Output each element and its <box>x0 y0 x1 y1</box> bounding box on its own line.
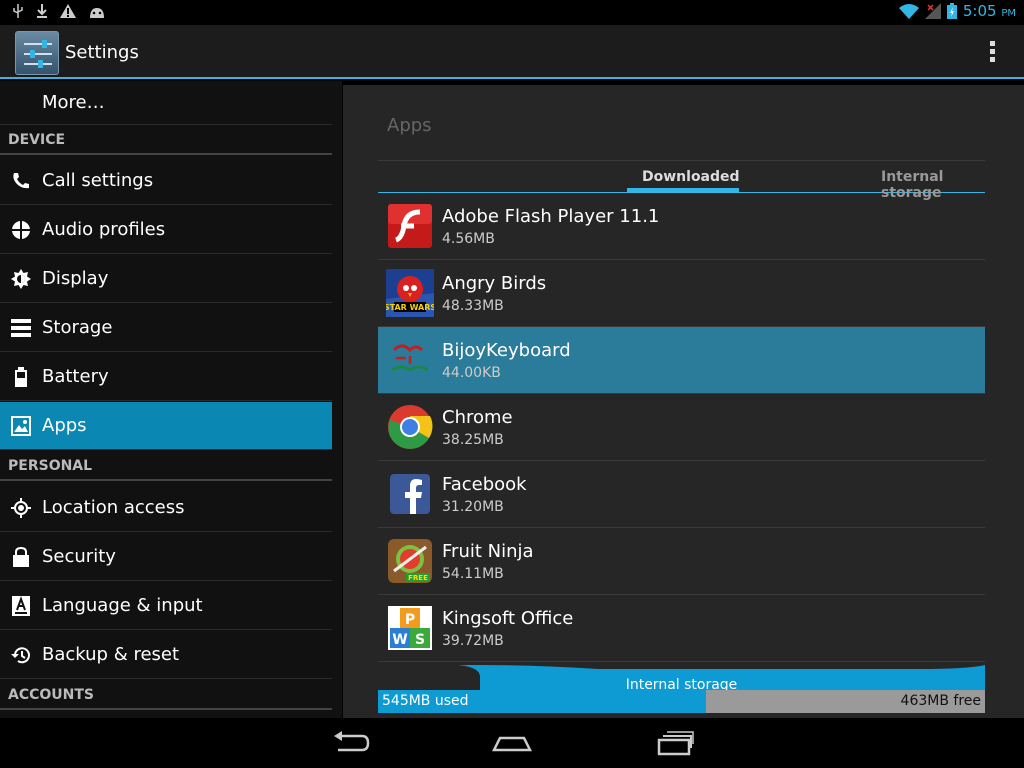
clock: 5:05 PM <box>962 2 1016 20</box>
download-icon <box>37 4 47 18</box>
app-size: 39.72MB <box>442 633 504 649</box>
app-name: Adobe Flash Player 11.1 <box>442 206 660 227</box>
tab-downloaded[interactable]: Downloaded <box>642 169 740 185</box>
app-size: 54.11MB <box>442 566 504 582</box>
back-icon[interactable] <box>332 730 372 756</box>
warning-icon <box>60 4 76 18</box>
svg-text:S: S <box>415 632 425 648</box>
overflow-menu-icon[interactable] <box>988 41 996 65</box>
sidebar-item-label: Audio profiles <box>42 219 166 240</box>
location-icon <box>11 497 31 518</box>
app-row-facebook[interactable]: Facebook 31.20MB <box>378 461 985 528</box>
flash-icon <box>388 204 432 248</box>
svg-text:W: W <box>392 632 407 648</box>
app-name: Facebook <box>442 474 527 495</box>
app-name: Fruit Ninja <box>442 541 534 562</box>
sidebar-item-label: Language & input <box>42 595 203 616</box>
backup-icon <box>11 646 30 663</box>
sidebar-item-language-input[interactable]: Language & input <box>0 582 332 630</box>
page-title: Settings <box>65 42 139 63</box>
app-size: 31.20MB <box>442 499 504 515</box>
storage-free-label: 463MB free <box>900 693 981 709</box>
app-row-fruit-ninja[interactable]: FREE Fruit Ninja 54.11MB <box>378 528 985 595</box>
lock-icon <box>13 546 29 567</box>
recents-icon[interactable] <box>655 730 695 756</box>
sidebar-item-label: Security <box>42 546 116 567</box>
storage-usage: Internal storage 545MB used 463MB free <box>378 661 985 713</box>
home-icon[interactable] <box>492 730 532 756</box>
sidebar-item-label: Apps <box>42 415 87 436</box>
usb-icon <box>13 4 23 18</box>
chrome-icon <box>388 405 433 449</box>
kingsoft-office-icon: PW S <box>388 606 432 650</box>
sidebar-item-label: Call settings <box>42 170 154 191</box>
app-name: Chrome <box>442 407 513 428</box>
app-size: 38.25MB <box>442 432 504 448</box>
sidebar-item-label: Storage <box>42 317 113 338</box>
sidebar-item-call-settings[interactable]: Call settings <box>0 157 332 205</box>
bijoy-keyboard-icon <box>391 344 429 372</box>
sidebar-item-label: Battery <box>42 366 109 387</box>
section-header-device: DEVICE <box>0 125 332 155</box>
notification-icons <box>12 4 106 18</box>
brightness-icon <box>11 268 31 289</box>
app-row-angry-birds[interactable]: STAR WARS Angry Birds 48.33MB <box>378 260 985 327</box>
app-row-adobe-flash[interactable]: Adobe Flash Player 11.1 4.56MB <box>378 193 985 260</box>
storage-bar: 545MB used 463MB free <box>378 690 985 713</box>
sidebar-item-display[interactable]: Display <box>0 255 332 303</box>
svg-text:STAR WARS: STAR WARS <box>386 303 434 312</box>
app-name: Kingsoft Office <box>442 608 574 629</box>
audio-profiles-icon <box>12 220 30 239</box>
navigation-bar <box>0 718 1024 768</box>
sidebar-item-location-access[interactable]: Location access <box>0 484 332 532</box>
keyboard-icon <box>12 595 30 616</box>
apps-panel: Apps Downloaded Internal storage Adobe F… <box>343 85 1024 718</box>
android-icon <box>90 7 104 18</box>
settings-sidebar: More… DEVICE Call settings Audio profile… <box>0 81 342 718</box>
section-header-personal: PERSONAL <box>0 451 332 481</box>
app-row-kingsoft-office[interactable]: PWS Kingsoft Office 39.72MB <box>378 595 985 662</box>
app-size: 48.33MB <box>442 298 504 314</box>
action-bar: Settings <box>0 25 1024 79</box>
app-row-bijoy-keyboard[interactable]: BijoyKeyboard 44.00KB <box>378 327 985 394</box>
sidebar-item-security[interactable]: Security <box>0 533 332 581</box>
app-name: Angry Birds <box>442 273 547 294</box>
app-row-chrome[interactable]: Chrome 38.25MB <box>378 394 985 461</box>
app-name: BijoyKeyboard <box>442 340 571 361</box>
section-header-accounts: ACCOUNTS <box>0 680 332 710</box>
tab-bar: Downloaded Internal storage <box>378 160 985 201</box>
battery-icon <box>15 366 27 387</box>
battery-charging-icon <box>946 3 957 19</box>
svg-text:FREE: FREE <box>408 574 428 582</box>
wifi-icon <box>898 4 919 19</box>
tab-indicator <box>627 188 739 192</box>
status-bar: 5:05 PM <box>0 0 1024 25</box>
sidebar-item-label: Display <box>42 268 109 289</box>
sidebar-item-backup-reset[interactable]: Backup & reset <box>0 631 332 679</box>
app-size: 4.56MB <box>442 231 495 247</box>
sidebar-item-more[interactable]: More… <box>0 81 332 125</box>
sidebar-item-apps[interactable]: Apps <box>0 402 332 450</box>
sidebar-item-storage[interactable]: Storage <box>0 304 332 352</box>
fruit-ninja-icon: FREE <box>388 539 432 583</box>
sidebar-item-label: More… <box>42 92 105 113</box>
angry-birds-icon: STAR WARS <box>386 269 434 317</box>
facebook-icon <box>390 474 430 514</box>
signal-icon <box>924 3 941 19</box>
sidebar-item-battery[interactable]: Battery <box>0 353 332 401</box>
app-size: 44.00KB <box>442 365 501 381</box>
apps-icon <box>11 415 31 436</box>
sidebar-item-label: Location access <box>42 497 185 518</box>
panel-title: Apps <box>387 115 432 136</box>
storage-icon <box>11 318 31 337</box>
sidebar-item-audio-profiles[interactable]: Audio profiles <box>0 206 332 254</box>
phone-icon <box>13 172 29 188</box>
sidebar-item-label: Backup & reset <box>42 644 180 665</box>
settings-sliders-icon[interactable] <box>15 31 59 75</box>
svg-text:P: P <box>405 612 415 628</box>
storage-used-label: 545MB used <box>382 693 469 709</box>
system-icons: 5:05 PM <box>898 2 1016 20</box>
